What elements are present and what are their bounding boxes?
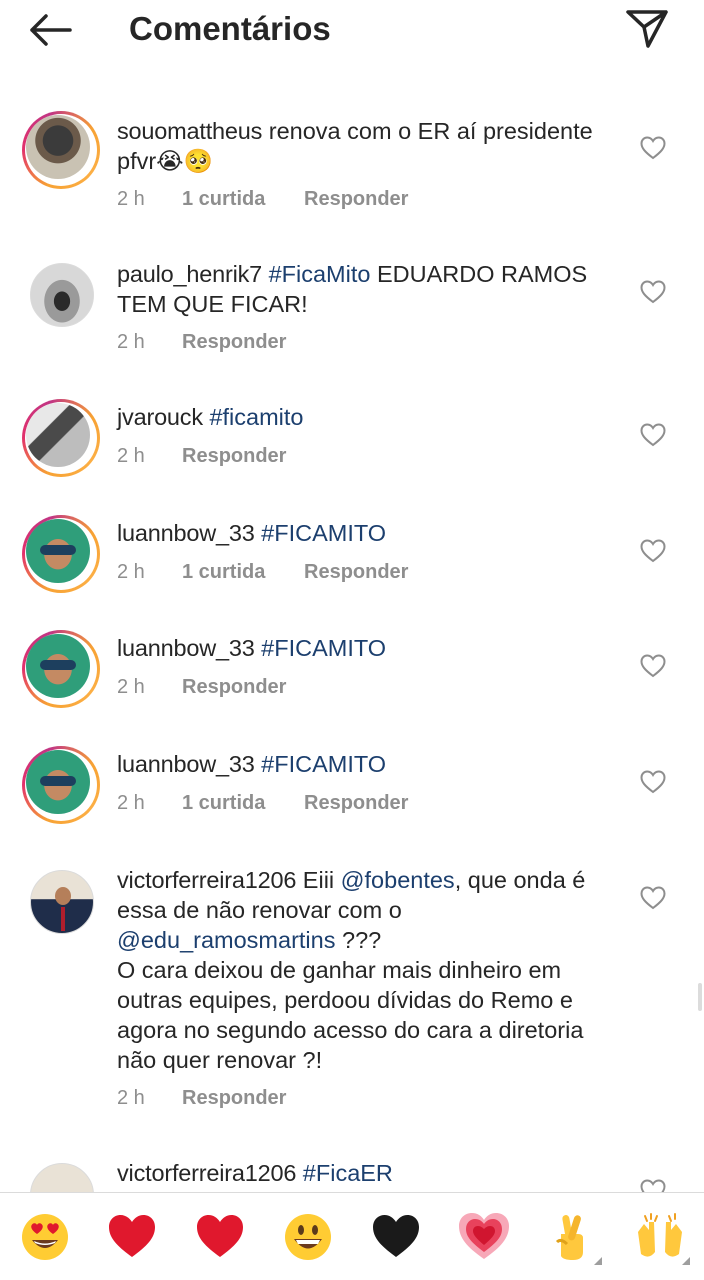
- hashtag-link[interactable]: #FICAMITO: [261, 635, 386, 661]
- raising-hands-emoji[interactable]: [634, 1211, 690, 1265]
- comment-username[interactable]: victorferreira1206: [117, 867, 296, 893]
- comment-meta: 2 h Responder: [117, 674, 286, 700]
- reply-button[interactable]: Responder: [182, 329, 286, 355]
- comments-list[interactable]: souomattheus renova com o ER aí presiden…: [0, 60, 704, 1192]
- red-heart-icon: [109, 1215, 155, 1257]
- paper-plane-icon: [626, 10, 668, 48]
- crossed-fingers-emoji[interactable]: [546, 1211, 602, 1265]
- heart-outline-icon: [640, 136, 666, 160]
- comment-text: victorferreira1206 #FicaER: [117, 1158, 617, 1188]
- comment-meta: 2 h Responder: [117, 1085, 286, 1111]
- heart-outline-icon: [640, 1179, 666, 1192]
- comment-time: 2 h: [117, 792, 145, 814]
- reply-button[interactable]: Responder: [182, 443, 286, 469]
- heart-outline-icon: [640, 539, 666, 563]
- heart-outline-icon: [640, 886, 666, 910]
- share-button[interactable]: [620, 6, 674, 52]
- reply-button[interactable]: Responder: [304, 186, 408, 212]
- like-comment-button[interactable]: [638, 133, 668, 163]
- comment-time: 2 h: [117, 445, 145, 467]
- reply-button[interactable]: Responder: [182, 674, 286, 700]
- comment-meta: 2 h 1 curtida Responder: [117, 186, 408, 212]
- like-comment-button[interactable]: [638, 1176, 668, 1192]
- hashtag-link[interactable]: #FicaMito: [269, 261, 371, 287]
- grinning-face-icon: [285, 1214, 331, 1260]
- heart-outline-icon: [640, 280, 666, 304]
- like-comment-button[interactable]: [638, 536, 668, 566]
- scrollbar-thumb[interactable]: [698, 983, 702, 1011]
- comment-time: 2 h: [117, 1087, 145, 1109]
- raising-hands-icon: [638, 1213, 682, 1257]
- heart-outline-icon: [640, 770, 666, 794]
- comment-username[interactable]: luannbow_33: [117, 520, 255, 546]
- variant-indicator: [682, 1257, 690, 1265]
- comment-text: paulo_henrik7 #FicaMito EDUARDO RAMOS TE…: [117, 261, 588, 317]
- comment-time: 2 h: [117, 561, 145, 583]
- black-heart-emoji[interactable]: [370, 1211, 422, 1263]
- avatar[interactable]: [22, 255, 100, 333]
- comment-time: 2 h: [117, 331, 145, 353]
- heart-outline-icon: [640, 654, 666, 678]
- like-comment-button[interactable]: [638, 883, 668, 913]
- avatar[interactable]: [22, 630, 100, 708]
- hashtag-link[interactable]: #FICAMITO: [261, 751, 386, 777]
- hashtag-link[interactable]: #FICAMITO: [261, 520, 386, 546]
- comment-text: luannbow_33 #FICAMITO: [117, 633, 617, 663]
- comment-username[interactable]: paulo_henrik7: [117, 261, 262, 287]
- mention-link[interactable]: @fobentes: [341, 867, 455, 893]
- red-heart-emoji[interactable]: [106, 1211, 158, 1263]
- growing-heart-icon: [459, 1213, 509, 1259]
- comment-meta: 2 h 1 curtida Responder: [117, 559, 408, 585]
- reply-button[interactable]: Responder: [182, 1085, 286, 1111]
- comment-text: souomattheus renova com o ER aí presiden…: [117, 118, 593, 174]
- emoji-reaction-bar: [0, 1192, 704, 1280]
- comment-meta: 2 h 1 curtida Responder: [117, 790, 408, 816]
- black-heart-icon: [373, 1215, 419, 1257]
- heart-eyes-icon: [22, 1214, 68, 1260]
- comment-time: 2 h: [117, 188, 145, 210]
- likes-count[interactable]: 1 curtida: [182, 790, 265, 816]
- hashtag-link[interactable]: #FicaER: [303, 1160, 393, 1186]
- crossed-fingers-icon: [555, 1215, 583, 1260]
- comment-meta: 2 h Responder: [117, 443, 286, 469]
- red-heart-icon: [197, 1215, 243, 1257]
- comment-username[interactable]: victorferreira1206: [117, 1160, 296, 1186]
- top-app-bar: Comentários: [0, 0, 704, 60]
- variant-indicator: [594, 1257, 602, 1265]
- hashtag-link[interactable]: #ficamito: [209, 404, 303, 430]
- avatar[interactable]: [22, 515, 100, 593]
- avatar[interactable]: [22, 1155, 100, 1192]
- reply-button[interactable]: Responder: [304, 790, 408, 816]
- likes-count[interactable]: 1 curtida: [182, 559, 265, 585]
- heart-eyes-emoji[interactable]: [19, 1211, 71, 1263]
- comment-text: jvarouck #ficamito: [117, 402, 617, 432]
- comment-username[interactable]: souomattheus: [117, 118, 262, 144]
- like-comment-button[interactable]: [638, 651, 668, 681]
- avatar[interactable]: [22, 746, 100, 824]
- growing-heart-emoji[interactable]: [458, 1211, 510, 1263]
- reply-button[interactable]: Responder: [304, 559, 408, 585]
- likes-count[interactable]: 1 curtida: [182, 186, 265, 212]
- comment-username[interactable]: luannbow_33: [117, 635, 255, 661]
- comment-time: 2 h: [117, 676, 145, 698]
- like-comment-button[interactable]: [638, 767, 668, 797]
- heart-outline-icon: [640, 423, 666, 447]
- comment-username[interactable]: jvarouck: [117, 404, 203, 430]
- comment-text: luannbow_33 #FICAMITO: [117, 518, 617, 548]
- avatar[interactable]: [22, 111, 100, 189]
- page-title: Comentários: [129, 10, 331, 47]
- back-button[interactable]: [24, 8, 76, 52]
- comment-username[interactable]: luannbow_33: [117, 751, 255, 777]
- avatar[interactable]: [22, 862, 100, 940]
- avatar[interactable]: [22, 399, 100, 477]
- red-heart-emoji[interactable]: [194, 1211, 246, 1263]
- comment-meta: 2 h Responder: [117, 329, 286, 355]
- arrow-left-icon: [30, 14, 72, 46]
- comment-text: luannbow_33 #FICAMITO: [117, 749, 617, 779]
- like-comment-button[interactable]: [638, 277, 668, 307]
- mention-link[interactable]: @edu_ramosmartins: [117, 927, 335, 953]
- grinning-face-emoji[interactable]: [282, 1211, 334, 1263]
- like-comment-button[interactable]: [638, 420, 668, 450]
- comment-text: victorferreira1206 Eiii @fobentes, que o…: [117, 867, 586, 1073]
